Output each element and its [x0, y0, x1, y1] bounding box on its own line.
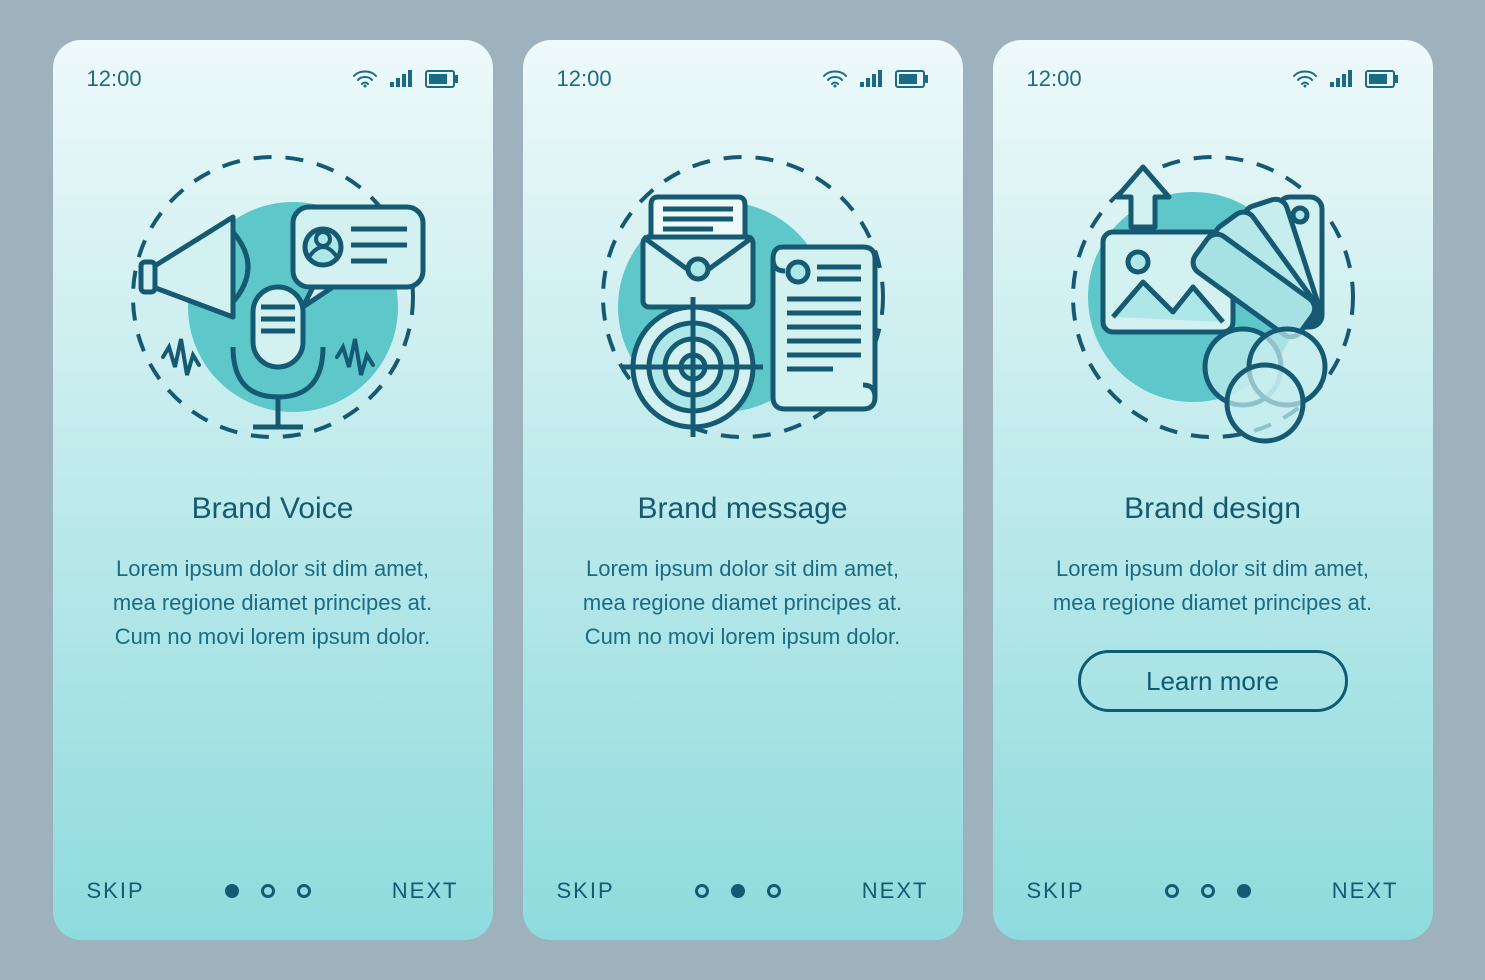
onboarding-screen-1: 12:00 [53, 40, 493, 940]
skip-button[interactable]: SKIP [557, 878, 615, 904]
page-dots [225, 884, 311, 898]
dot-3[interactable] [767, 884, 781, 898]
screen-title: Brand design [1027, 492, 1399, 526]
skip-button[interactable]: SKIP [1027, 878, 1085, 904]
next-button[interactable]: NEXT [862, 878, 929, 904]
screen-description: Lorem ipsum dolor sit dim amet, mea regi… [1027, 552, 1399, 620]
status-icons [353, 70, 459, 88]
brand-voice-illustration [87, 132, 459, 462]
status-bar: 12:00 [557, 66, 929, 92]
battery-icon [895, 70, 929, 88]
signal-icon [389, 70, 413, 88]
dot-2[interactable] [1201, 884, 1215, 898]
battery-icon [425, 70, 459, 88]
screen-description: Lorem ipsum dolor sit dim amet, mea regi… [557, 552, 929, 654]
dot-1[interactable] [695, 884, 709, 898]
learn-more-button[interactable]: Learn more [1078, 650, 1348, 712]
signal-icon [859, 70, 883, 88]
onboarding-screen-2: 12:00 [523, 40, 963, 940]
status-time: 12:00 [1027, 66, 1082, 92]
status-bar: 12:00 [87, 66, 459, 92]
dot-2[interactable] [731, 884, 745, 898]
status-icons [823, 70, 929, 88]
dot-3[interactable] [297, 884, 311, 898]
footer-nav: SKIP NEXT [87, 878, 459, 904]
next-button[interactable]: NEXT [392, 878, 459, 904]
skip-button[interactable]: SKIP [87, 878, 145, 904]
page-dots [695, 884, 781, 898]
status-time: 12:00 [87, 66, 142, 92]
status-icons [1293, 70, 1399, 88]
onboarding-screen-3: 12:00 [993, 40, 1433, 940]
dot-1[interactable] [225, 884, 239, 898]
wifi-icon [1293, 70, 1317, 88]
status-time: 12:00 [557, 66, 612, 92]
wifi-icon [353, 70, 377, 88]
footer-nav: SKIP NEXT [1027, 878, 1399, 904]
screen-title: Brand Voice [87, 492, 459, 526]
screen-description: Lorem ipsum dolor sit dim amet, mea regi… [87, 552, 459, 654]
battery-icon [1365, 70, 1399, 88]
dot-2[interactable] [261, 884, 275, 898]
signal-icon [1329, 70, 1353, 88]
footer-nav: SKIP NEXT [557, 878, 929, 904]
brand-design-illustration [1027, 132, 1399, 462]
next-button[interactable]: NEXT [1332, 878, 1399, 904]
status-bar: 12:00 [1027, 66, 1399, 92]
page-dots [1165, 884, 1251, 898]
brand-message-illustration [557, 132, 929, 462]
dot-3[interactable] [1237, 884, 1251, 898]
screen-title: Brand message [557, 492, 929, 526]
dot-1[interactable] [1165, 884, 1179, 898]
wifi-icon [823, 70, 847, 88]
